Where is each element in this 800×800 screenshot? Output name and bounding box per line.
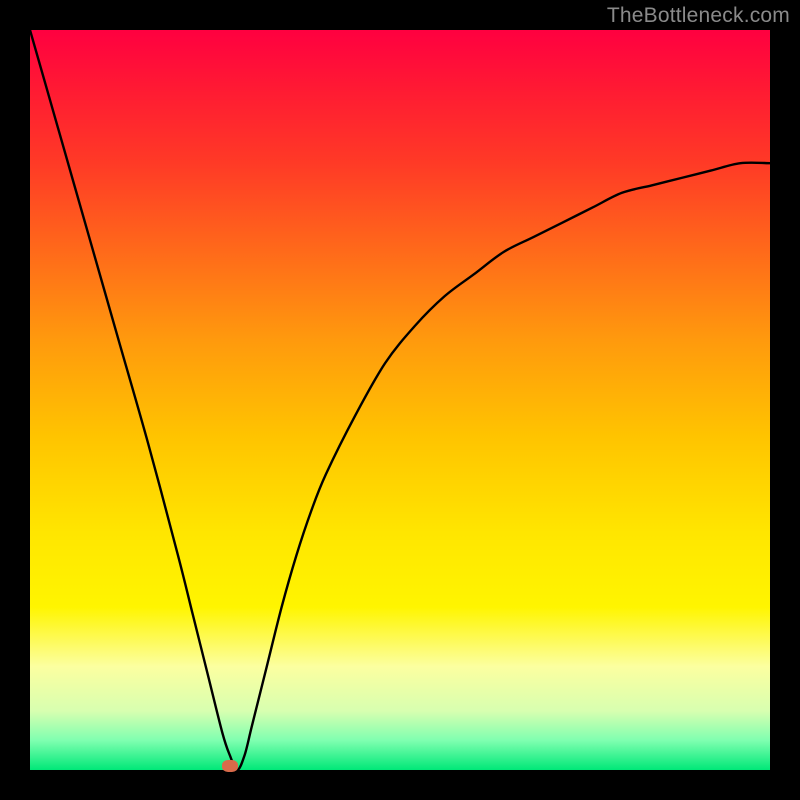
bottleneck-curve [30, 30, 770, 770]
curve-svg [30, 30, 770, 770]
plot-area [30, 30, 770, 770]
optimum-marker [222, 760, 238, 772]
watermark-text: TheBottleneck.com [607, 4, 790, 28]
chart-container: TheBottleneck.com [0, 0, 800, 800]
